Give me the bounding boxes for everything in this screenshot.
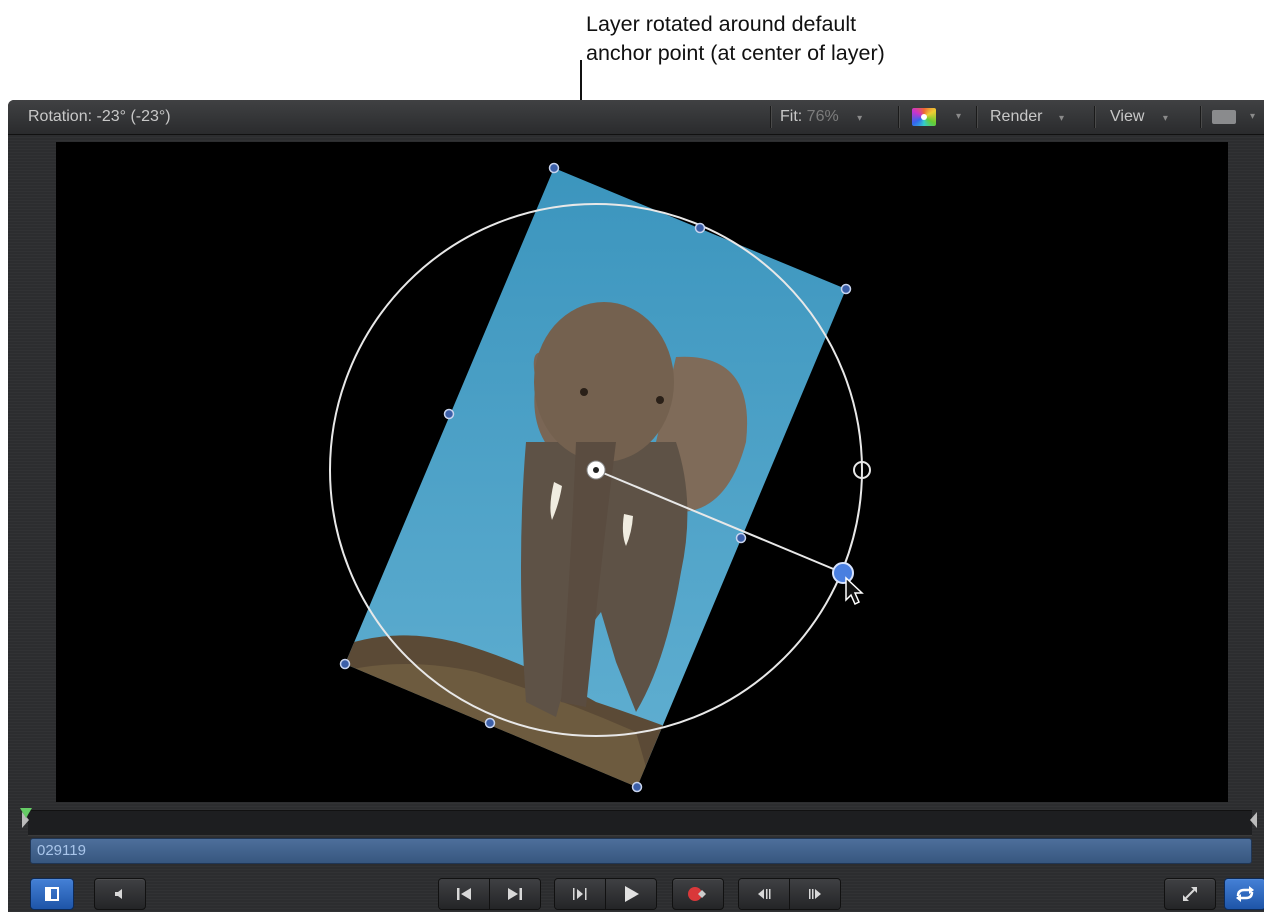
record-icon	[688, 887, 706, 901]
corner-handle-top-right	[840, 283, 852, 295]
color-channels-icon[interactable]	[912, 108, 936, 126]
callout-caption: Layer rotated around default anchor poin…	[586, 12, 885, 65]
canvas-viewer[interactable]	[56, 142, 1228, 802]
chevron-down-icon: ▾	[857, 113, 863, 124]
go-to-start-icon	[457, 888, 471, 900]
edge-handle-top	[694, 222, 706, 234]
speaker-icon	[115, 889, 122, 899]
canvas-header: Rotation: -23° (-23°) Fit: 76% ▾ ▾ Rende…	[8, 100, 1264, 135]
view-layout-icon[interactable]	[1212, 110, 1236, 124]
go-to-end-button[interactable]	[489, 879, 540, 909]
anchor-point-center	[593, 467, 599, 473]
header-separator	[976, 106, 977, 128]
layer-image[interactable]	[306, 142, 906, 802]
edge-handle-bottom	[484, 717, 496, 729]
edge-handle-right	[735, 532, 747, 544]
layers-panel-icon	[45, 887, 59, 901]
timecode-label: 029119	[37, 842, 86, 859]
audio-button[interactable]	[94, 878, 146, 910]
edge-handle-left	[443, 408, 455, 420]
render-popup[interactable]: Render ▾	[990, 100, 1064, 134]
go-to-end-icon	[508, 888, 522, 900]
mini-timeline-track[interactable]	[28, 810, 1252, 836]
frame-step-group	[738, 878, 841, 910]
header-separator	[1094, 106, 1095, 128]
fullscreen-icon	[1183, 887, 1197, 901]
play-range-out-marker[interactable]	[1250, 812, 1257, 828]
playhead[interactable]	[20, 808, 32, 818]
view-popup[interactable]: View ▾	[1110, 100, 1168, 134]
transport-play-group	[554, 878, 657, 910]
chevron-down-icon: ▾	[1058, 113, 1064, 124]
loop-playback-button[interactable]	[1224, 878, 1264, 910]
canvas-overlay	[306, 142, 906, 802]
previous-frame-icon	[758, 889, 771, 899]
transport-start-end-group	[438, 878, 541, 910]
go-to-start-button[interactable]	[439, 879, 489, 909]
render-label: Render	[990, 108, 1043, 125]
fit-value: 76%	[806, 108, 839, 125]
corner-handle-bottom-left	[339, 658, 351, 670]
view-label: View	[1110, 108, 1145, 125]
play-selection-button[interactable]	[555, 879, 605, 909]
corner-handle-top-left	[548, 162, 560, 174]
loop-icon	[1236, 886, 1254, 902]
play-selection-icon	[573, 888, 587, 900]
fullscreen-button[interactable]	[1164, 878, 1216, 910]
play-icon	[625, 886, 639, 902]
play-button[interactable]	[605, 879, 656, 909]
next-frame-icon	[809, 889, 821, 899]
chevron-down-icon[interactable]: ▾	[1250, 100, 1255, 134]
layers-panel-button[interactable]	[30, 878, 74, 910]
canvas-window: Rotation: -23° (-23°) Fit: 76% ▾ ▾ Rende…	[8, 100, 1264, 912]
timeline-layer-bar[interactable]: 029119	[30, 838, 1252, 864]
chevron-down-icon: ▾	[1162, 113, 1168, 124]
next-frame-button[interactable]	[789, 879, 840, 909]
header-separator	[1200, 106, 1201, 128]
fit-zoom-popup[interactable]: Fit: 76% ▾	[780, 100, 862, 134]
chevron-down-icon[interactable]: ▾	[956, 100, 961, 134]
rotation-drag-handle[interactable]	[832, 562, 854, 584]
fit-label: Fit:	[780, 108, 803, 125]
previous-frame-button[interactable]	[739, 879, 789, 909]
header-separator	[898, 106, 899, 128]
cursor-arrow-icon	[845, 576, 864, 606]
record-button[interactable]	[672, 878, 724, 910]
corner-handle-bottom-right	[631, 781, 643, 793]
header-separator	[770, 106, 771, 128]
rotation-status: Rotation: -23° (-23°)	[28, 108, 171, 125]
